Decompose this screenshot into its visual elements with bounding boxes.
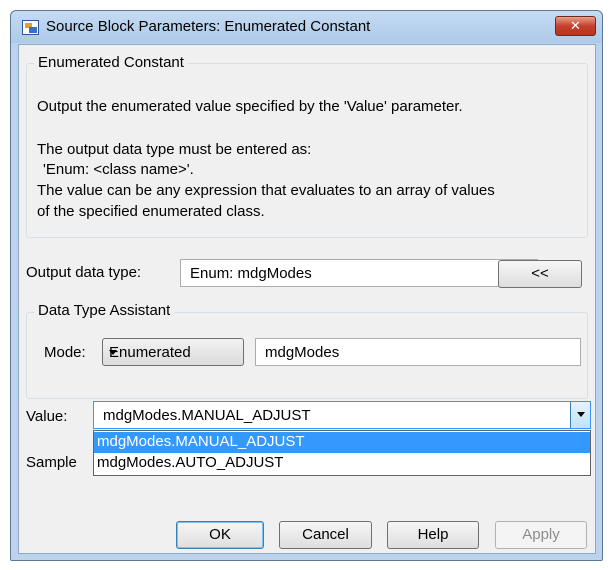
value-selected: mdgModes.MANUAL_ADJUST [103,407,311,424]
window-title: Source Block Parameters: Enumerated Cons… [46,18,371,35]
description-line-1: Output the enumerated value specified by… [37,98,463,115]
description-line-4: The value can be any expression that eva… [37,182,495,199]
value-select[interactable]: mdgModes.MANUAL_ADJUST [93,401,591,429]
dialog-body: Enumerated Constant Output the enumerate… [18,44,596,554]
cancel-button[interactable]: Cancel [279,521,372,549]
title-bar[interactable]: Source Block Parameters: Enumerated Cons… [11,11,602,43]
sample-time-label: Sample [26,454,77,471]
description-line-2: The output data type must be entered as: [37,141,312,158]
output-data-type-value: Enum: mdgModes [190,265,312,282]
show-data-type-assistant-button[interactable]: << [498,260,582,288]
value-option-auto-adjust[interactable]: mdgModes.AUTO_ADJUST [94,453,590,474]
enum-class-name-value: mdgModes [265,344,340,361]
description-line-5: of the specified enumerated class. [37,203,265,220]
chevron-down-icon[interactable] [570,402,590,428]
close-button[interactable]: ✕ [555,16,596,36]
enum-class-name-input[interactable]: mdgModes [255,338,581,366]
description-line-3: 'Enum: <class name>'. [43,161,194,178]
value-option-manual-adjust[interactable]: mdgModes.MANUAL_ADJUST [94,432,590,453]
data-type-assistant-title: Data Type Assistant [34,302,175,319]
block-description-title: Enumerated Constant [34,54,188,71]
mode-label: Mode: [44,344,86,361]
value-dropdown-list: mdgModes.MANUAL_ADJUST mdgModes.AUTO_ADJ… [93,430,591,476]
output-data-type-label: Output data type: [26,264,142,281]
output-data-type-select[interactable]: Enum: mdgModes [180,259,538,287]
block-parameters-icon [22,20,39,35]
help-button[interactable]: Help [387,521,479,549]
chevron-down-icon [109,350,117,355]
apply-button[interactable]: Apply [495,521,587,549]
mode-value: Enumerated [109,344,191,361]
ok-button[interactable]: OK [176,521,264,549]
mode-select[interactable]: Enumerated [102,338,244,366]
dialog-window: Source Block Parameters: Enumerated Cons… [10,10,603,561]
value-label: Value: [26,408,68,425]
